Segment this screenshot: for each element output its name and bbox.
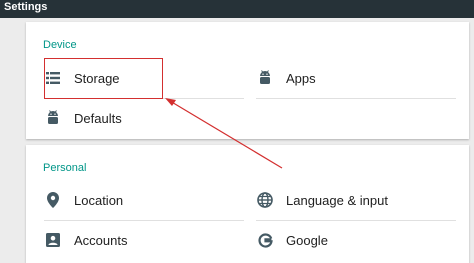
title-bar: Settings [0,0,474,18]
personal-section-card: Personal Location Language & input Accou… [26,145,469,263]
settings-item-apps[interactable]: Apps [256,58,456,98]
settings-item-label: Accounts [74,232,128,248]
settings-item-label: Language & input [286,192,388,208]
highlight-box [44,58,163,99]
settings-item-accounts[interactable]: Accounts [44,220,244,260]
settings-item-language-input[interactable]: Language & input [256,180,456,220]
divider [256,98,456,99]
device-section-header: Device [43,39,77,51]
personal-section-header: Personal [43,162,87,174]
android-icon [44,109,62,127]
android-icon [256,69,274,87]
settings-item-location[interactable]: Location [44,180,244,220]
google-icon [256,231,274,249]
settings-item-label: Defaults [74,110,122,126]
location-pin-icon [44,191,62,209]
settings-item-label: Apps [286,70,316,86]
settings-item-label: Google [286,232,328,248]
account-box-icon [44,231,62,249]
globe-icon [256,191,274,209]
settings-item-label: Location [74,192,124,208]
settings-item-defaults[interactable]: Defaults [44,98,244,138]
settings-item-google[interactable]: Google [256,220,456,260]
window-title: Settings [4,1,48,13]
